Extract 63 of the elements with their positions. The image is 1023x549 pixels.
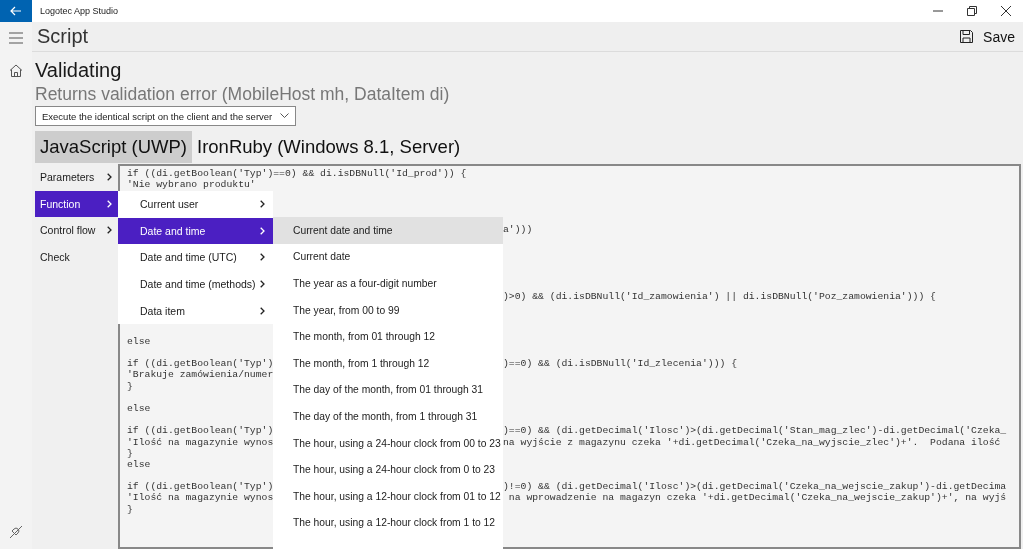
language-tab[interactable]: IronRuby (Windows 8.1, Server) — [192, 131, 466, 163]
chevron-right-icon — [260, 200, 265, 209]
code-line: } — [127, 503, 133, 515]
chevron-right-icon — [260, 306, 265, 315]
menu-item[interactable]: The month, from 01 through 12 — [273, 323, 503, 350]
menu-item[interactable]: Current date — [273, 243, 503, 271]
menu-item[interactable]: The hour, using a 12-hour clock from 01 to 12 — [273, 482, 503, 510]
chevron-right-icon — [260, 253, 265, 262]
save-button[interactable]: Save — [960, 28, 1015, 45]
code-line-fragment: 'Ilość na magazynie wynos — [127, 436, 273, 448]
chevron-right-icon — [260, 280, 265, 289]
code-line: else — [127, 458, 151, 471]
window-title: Logotec App Studio — [40, 6, 119, 16]
language-tab[interactable]: JavaScript (UWP) — [35, 131, 192, 163]
menu-item[interactable]: The hour, using a 12-hour clock from 1 to 12 — [273, 509, 503, 537]
page-title: Script — [37, 25, 89, 48]
code-line-fragment: )==0) && (di.getDecimal('Ilosc')>(di.getDecimal('Stan_mag_zlec')-di.getDecimal('Czeka_ — [503, 425, 1007, 437]
menu-item[interactable]: The hour, using a 24-hour clock from 00 to 23 — [273, 429, 503, 457]
code-line-fragment: if ((di.getBoolean('Typ') — [127, 358, 273, 370]
menu-item[interactable]: The day of the month, from 01 through 31 — [273, 376, 503, 404]
back-arrow-icon — [10, 6, 22, 16]
save-icon — [960, 30, 974, 43]
menu-item[interactable]: The day of the month, from 1 through 31 — [273, 403, 503, 430]
chevron-right-icon — [260, 226, 265, 235]
menu-item[interactable]: Date and time — [118, 217, 273, 245]
code-line: if ((di.getBoolean('Typ')==0) && di.isDBNull('Id_prod')) { — [127, 168, 467, 180]
code-line: else — [127, 335, 151, 347]
code-line-fragment: 'Ilość na magazynie wynos — [127, 492, 273, 504]
menu-item[interactable]: The hour, using a 24-hour clock from 0 to 23 — [273, 456, 503, 483]
category-item[interactable]: Function — [35, 190, 118, 218]
menu-item[interactable]: Current user — [118, 191, 273, 218]
code-line-fragment: 'Brakuje zamówienia/numer — [127, 369, 273, 381]
code-line-fragment: )==0) && (di.isDBNull('Id_zlecenia'))) { — [503, 358, 738, 370]
menu-item[interactable]: The month, from 1 through 12 — [273, 349, 503, 377]
chevron-down-icon — [280, 113, 290, 119]
code-line: } — [127, 447, 133, 459]
menu-item[interactable]: The year as a four-digit number — [273, 270, 503, 297]
menu-item[interactable]: The year, from 00 to 99 — [273, 296, 503, 324]
menu-item[interactable]: Date and time (methods) — [118, 270, 273, 298]
menu-item[interactable]: Date and time (UTC) — [118, 244, 273, 271]
script-signature: Returns validation error (MobileHost mh, DataItem di) — [35, 83, 451, 105]
code-line-fragment: )!=0) && (di.getDecimal('Ilosc')>(di.getDecimal('Czeka_na_wejscie_zakup')-di.getDecima — [503, 481, 1007, 493]
code-line-fragment: )>0) && (di.isDBNull('Id_zamowienia') || di.isDBNull('Poz_zamowienia'))) { — [503, 291, 936, 303]
restore-icon[interactable] — [967, 6, 977, 16]
category-item[interactable]: Parameters — [35, 164, 118, 191]
code-line: } — [127, 380, 133, 392]
home-icon[interactable] — [9, 64, 23, 77]
code-line-fragment: na wprowadzenie na magazyn czeka '+di.getDecimal('Czeka_na_wejscie_zakup')+', na wyjś — [507, 492, 1007, 504]
script-name: Validating — [35, 58, 123, 83]
mode-dropdown[interactable]: Execute the identical script on the client and the server — [35, 106, 297, 126]
close-icon[interactable] — [1001, 6, 1011, 16]
code-line-fragment: a'))) — [503, 223, 533, 236]
plug-icon[interactable] — [9, 525, 23, 539]
code-line: else — [127, 402, 151, 415]
code-line-fragment: if ((di.getBoolean('Typ') — [127, 481, 273, 493]
menu-item[interactable]: Current date and time — [273, 217, 503, 244]
category-item[interactable]: Check — [35, 243, 118, 271]
code-line: 'Nie wybrano produktu' — [127, 179, 256, 191]
code-line-fragment: if ((di.getBoolean('Typ') — [127, 425, 273, 437]
menu-item[interactable]: Data item — [118, 297, 273, 324]
back-button[interactable] — [0, 0, 32, 22]
code-line-fragment: na wyjście z magazynu czeka '+di.getDecimal('Czeka_na_wyjscie_zlec')+'. Podana ilość — [503, 436, 1001, 448]
category-item[interactable]: Control flow — [35, 217, 118, 244]
